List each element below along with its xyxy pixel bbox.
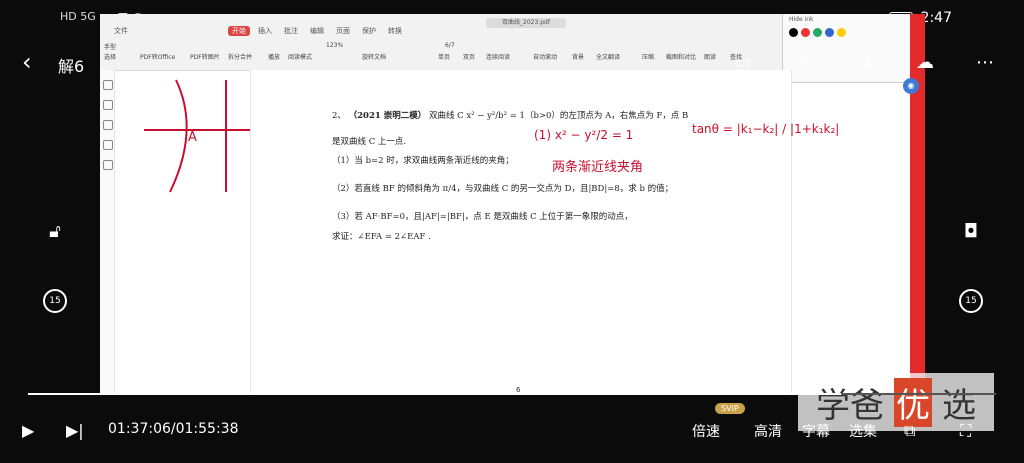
wps-tool[interactable]: 旋转文档 [362,52,386,61]
svip-badge: SVIP [715,403,745,414]
problem-stem-line2: 是双曲线 C 上一点. [332,137,407,147]
wps-tab[interactable]: 编辑 [310,26,324,36]
left-branch-stroke [169,79,188,193]
current-time: 01:37:06 [108,421,171,437]
wps-tool[interactable]: 手型 [104,42,116,51]
fullscreen-icon[interactable]: ⛶ [960,421,971,441]
progress-bar[interactable] [28,393,996,395]
wps-tool[interactable]: 连续阅读 [486,52,510,61]
color-swatch[interactable] [801,28,810,37]
camera-icon[interactable]: ◘ [958,218,984,244]
screen-mirror-icon[interactable]: ▭ [730,50,756,74]
color-swatch[interactable] [813,28,822,37]
network-label: HD 5G [60,10,96,23]
back-chevron-icon[interactable]: ‹ [22,50,32,74]
lock-icon[interactable]: 🔓︎ [42,218,68,244]
wps-tool[interactable]: 截图和对比 [666,52,696,61]
wps-tab[interactable]: 转换 [388,26,402,36]
subtitle-button[interactable]: 字幕 [802,421,830,441]
wps-tool[interactable]: 选择 [104,52,116,61]
wps-tool[interactable]: 自动滚动 [533,52,557,61]
wps-tool[interactable]: 背景 [572,52,584,61]
problem-number: 2、 [332,111,346,121]
wps-tool[interactable]: 全文翻译 [596,52,620,61]
handwritten-note-1: (1) x² − y²/2 = 1 [534,128,634,142]
thumbnail-icon[interactable] [103,100,113,110]
wps-tab[interactable]: 插入 [258,26,272,36]
wps-tool[interactable]: 单页 [438,52,450,61]
wps-tool[interactable]: PDF转Office [140,52,175,61]
pen-panel-title: Hide ink [789,16,814,23]
attachment-icon[interactable] [103,140,113,150]
wps-tab[interactable]: 批注 [284,26,298,36]
wps-tab[interactable]: 页面 [336,26,350,36]
wps-tab-active[interactable]: 开始 [228,26,250,36]
duration: 01:55:38 [175,421,239,437]
play-icon[interactable]: ▶ [22,421,34,440]
wps-tool[interactable]: 拆分合并 [228,52,252,61]
question-2: （2）若直线 BF 的倾斜角为 π/4，与双曲线 C 的另一交点为 D，且|BD… [332,184,674,194]
page-indicator[interactable]: 6/7 [445,42,455,49]
point-a-label: A [188,130,197,145]
comment-icon[interactable] [103,120,113,130]
wps-sidebar [100,70,115,394]
question-1: （1）当 b=2 时，求双曲线两条渐近线的夹角； [332,156,514,166]
color-swatch[interactable] [837,28,846,37]
sign-icon[interactable] [103,160,113,170]
pip-icon[interactable]: ⧉ [904,421,915,441]
watermark-text: 选 [942,385,976,426]
watermark-accent: 优 [894,377,932,427]
problem-stem: 2、 （2021 崇明二模） 双曲线 C x² − y²/b² = 1（b>0）… [332,109,732,121]
zoom-level[interactable]: 123% [326,42,343,49]
color-swatch[interactable] [825,28,834,37]
video-title: 解6 [58,57,85,76]
next-icon[interactable]: ▶| [66,421,84,440]
wps-tool[interactable]: 播放 [268,52,280,61]
time-display: 01:37:06/01:55:38 [108,421,239,437]
cloud-upload-icon[interactable]: ☁ [912,50,938,74]
wps-tab[interactable]: 保护 [362,26,376,36]
problem-stem-text: 双曲线 C x² − y²/b² = 1（b>0）的左顶点为 A，右焦点为 F，… [428,111,689,121]
wps-tool[interactable]: PDF转图片 [190,52,220,61]
rewind-15-icon[interactable]: 15 [42,288,68,314]
question-3: （3）若 AF·BF=0，且|AF|=|BF|，点 E 是双曲线 C 上位于第一… [332,212,633,222]
wps-tool[interactable]: 双页 [463,52,475,61]
wps-tool[interactable]: 朗读 [704,52,716,61]
handwritten-note-2: tanθ = |k₁−k₂| / |1+k₁k₂| [692,122,840,136]
assistant-icon[interactable]: ◉ [903,78,919,94]
proof-statement: 求证：∠EFA = 2∠EAF . [332,232,431,242]
wps-tab[interactable]: 文件 [114,26,128,36]
quality-button[interactable]: 高清 [754,421,782,441]
color-swatch[interactable] [789,28,798,37]
bookmark-icon[interactable] [103,80,113,90]
wps-tool[interactable]: 压缩 [642,52,654,61]
forward-15-icon[interactable]: 15 [958,288,984,314]
clock: 2:47 [920,10,952,26]
problem-source: （2021 崇明二模） [348,111,427,121]
progress-fill [28,393,842,395]
share-icon[interactable]: ↗ [788,50,814,74]
wps-tool[interactable]: 阅读模式 [288,52,312,61]
document-tab: 双曲线_2023.pdf [486,18,566,28]
speed-button[interactable]: 倍速 [692,421,720,441]
watermark-text: 学爸 [816,385,884,426]
download-icon[interactable]: ⤓ [855,50,881,74]
episodes-button[interactable]: 选集 [849,421,877,441]
more-icon[interactable]: ⋯ [972,50,998,74]
handwritten-note-3: 两条渐近线夹角 [552,160,644,175]
